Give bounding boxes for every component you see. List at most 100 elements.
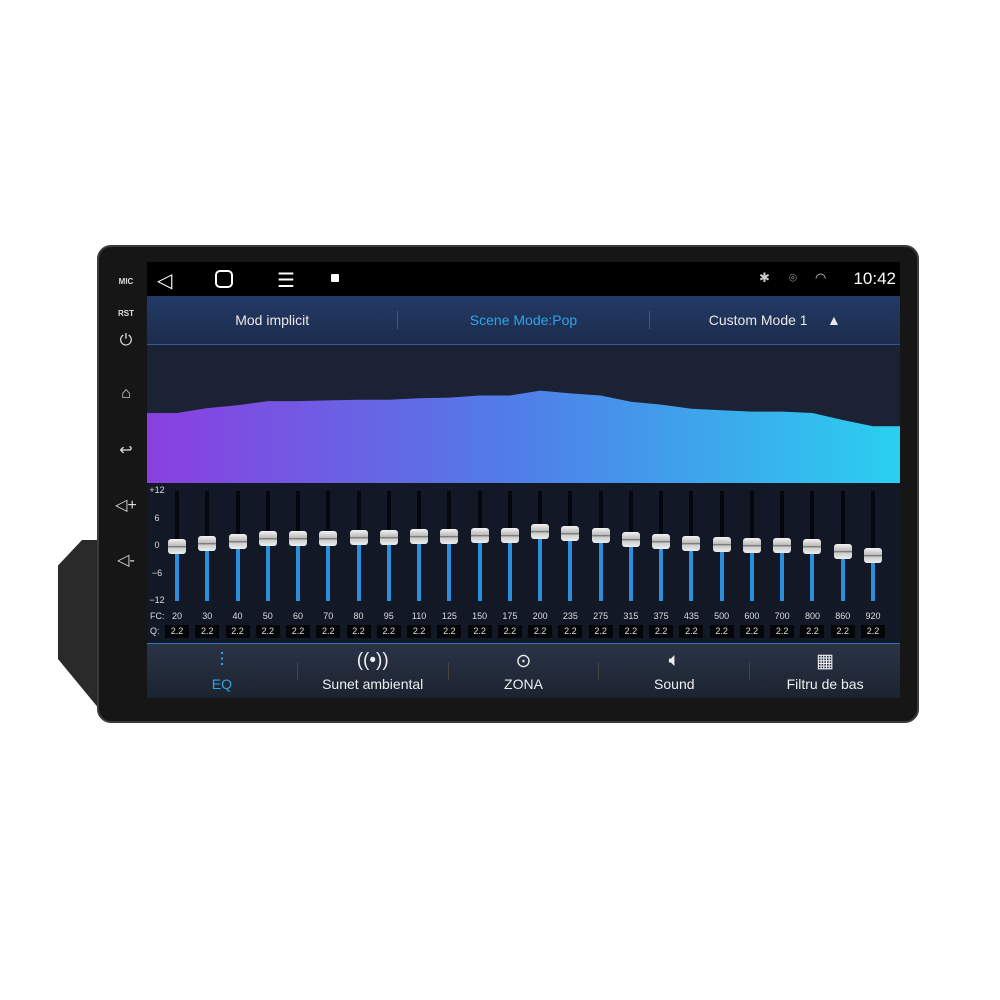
band-q[interactable]: 2.2 bbox=[225, 625, 250, 638]
eq-band-slider[interactable]: 275 2.2 bbox=[587, 483, 615, 643]
band-q[interactable]: 2.2 bbox=[286, 625, 311, 638]
slider-fill bbox=[356, 537, 361, 601]
slider-knob[interactable] bbox=[440, 528, 459, 544]
power-icon[interactable]: ⏻ bbox=[112, 332, 140, 350]
eq-band-slider[interactable]: 20 2.2 bbox=[163, 483, 191, 643]
volume-down-icon[interactable]: ◁- bbox=[112, 550, 140, 570]
band-q[interactable]: 2.2 bbox=[497, 625, 522, 638]
back-icon[interactable]: ◁ bbox=[157, 268, 172, 293]
band-frequency: 95 bbox=[383, 611, 394, 621]
eq-band-slider[interactable]: 125 2.2 bbox=[435, 483, 463, 643]
mode-scene[interactable]: Scene Mode:Pop bbox=[398, 312, 648, 328]
eq-band-slider[interactable]: 70 2.2 bbox=[314, 483, 342, 643]
tab-eq[interactable]: ⫶ EQ bbox=[147, 650, 297, 692]
band-q[interactable]: 2.2 bbox=[649, 625, 674, 638]
eq-band-slider[interactable]: 50 2.2 bbox=[254, 483, 282, 643]
band-q[interactable]: 2.2 bbox=[739, 625, 764, 638]
speaker-icon: 🔈︎ bbox=[668, 650, 680, 671]
band-q[interactable]: 2.2 bbox=[376, 625, 401, 638]
slider-knob[interactable] bbox=[379, 530, 398, 546]
band-q[interactable]: 2.2 bbox=[407, 625, 432, 638]
slider-knob[interactable] bbox=[319, 530, 338, 546]
slider-knob[interactable] bbox=[258, 531, 277, 547]
band-q[interactable]: 2.2 bbox=[165, 625, 189, 638]
caret-up-icon[interactable]: ▲ bbox=[827, 312, 841, 328]
slider-knob[interactable] bbox=[682, 536, 701, 552]
slider-fill bbox=[265, 538, 270, 601]
slider-knob[interactable] bbox=[168, 539, 186, 554]
band-q[interactable]: 2.2 bbox=[558, 625, 583, 638]
band-q[interactable]: 2.2 bbox=[618, 625, 643, 638]
eq-band-slider[interactable]: 95 2.2 bbox=[375, 483, 403, 643]
band-q[interactable]: 2.2 bbox=[316, 625, 341, 638]
slider-knob[interactable] bbox=[652, 533, 671, 549]
slider-fill bbox=[568, 533, 573, 601]
mode-default[interactable]: Mod implicit bbox=[147, 312, 397, 328]
band-q[interactable]: 2.2 bbox=[437, 625, 462, 638]
slider-knob[interactable] bbox=[712, 537, 731, 553]
band-frequency: 600 bbox=[744, 611, 760, 621]
home-icon[interactable] bbox=[215, 270, 233, 288]
band-q[interactable]: 2.2 bbox=[830, 625, 855, 638]
eq-band-slider[interactable]: 40 2.2 bbox=[224, 483, 252, 643]
gallery-icon[interactable] bbox=[331, 274, 339, 282]
eq-band-slider[interactable]: 200 2.2 bbox=[526, 483, 554, 643]
band-q[interactable]: 2.2 bbox=[770, 625, 795, 638]
slider-knob[interactable] bbox=[803, 539, 822, 554]
volume-up-icon[interactable]: ◁+ bbox=[112, 495, 140, 515]
slider-knob[interactable] bbox=[349, 530, 368, 546]
tab-filtru-de-bas[interactable]: ▦ Filtru de bas bbox=[750, 650, 900, 692]
band-q[interactable]: 2.2 bbox=[255, 625, 280, 638]
rst-button[interactable]: RST bbox=[112, 309, 140, 318]
eq-band-slider[interactable]: 860 2.2 bbox=[829, 483, 857, 643]
home-hw-icon[interactable]: ⌂ bbox=[112, 385, 140, 403]
slider-knob[interactable] bbox=[773, 538, 792, 554]
slider-knob[interactable] bbox=[863, 547, 882, 563]
eq-band-slider[interactable]: 435 2.2 bbox=[677, 483, 705, 643]
eq-band-slider[interactable]: 60 2.2 bbox=[284, 483, 312, 643]
back-hw-icon[interactable]: ↩ bbox=[112, 440, 140, 460]
slider-knob[interactable] bbox=[742, 538, 761, 554]
slider-knob[interactable] bbox=[531, 524, 550, 540]
slider-knob[interactable] bbox=[198, 535, 217, 551]
eq-band-slider[interactable]: 315 2.2 bbox=[617, 483, 645, 643]
eq-band-slider[interactable]: 110 2.2 bbox=[405, 483, 433, 643]
eq-band-slider[interactable]: 800 2.2 bbox=[798, 483, 826, 643]
tab-sunet-ambiental[interactable]: ((•)) Sunet ambiental bbox=[298, 650, 448, 692]
slider-knob[interactable] bbox=[289, 531, 308, 547]
menu-icon[interactable]: ☰ bbox=[277, 268, 295, 293]
band-q[interactable]: 2.2 bbox=[679, 625, 704, 638]
slider-knob[interactable] bbox=[410, 529, 429, 545]
eq-band-slider[interactable]: 700 2.2 bbox=[768, 483, 796, 643]
band-q[interactable]: 2.2 bbox=[800, 625, 825, 638]
band-q[interactable]: 2.2 bbox=[467, 625, 492, 638]
band-q[interactable]: 2.2 bbox=[195, 625, 220, 638]
band-q[interactable]: 2.2 bbox=[709, 625, 734, 638]
eq-band-slider[interactable]: 175 2.2 bbox=[496, 483, 524, 643]
band-q[interactable]: 2.2 bbox=[860, 625, 885, 638]
slider-knob[interactable] bbox=[833, 543, 852, 559]
screen: ◁ ☰ ✱ ⌾ ◠ 10:42 Mod implicit Scene Mode:… bbox=[147, 262, 900, 698]
slider-knob[interactable] bbox=[500, 527, 519, 543]
eq-band-slider[interactable]: 150 2.2 bbox=[466, 483, 494, 643]
eq-curve bbox=[147, 345, 900, 483]
band-frequency: 315 bbox=[623, 611, 639, 621]
slider-knob[interactable] bbox=[561, 526, 580, 542]
slider-knob[interactable] bbox=[470, 527, 489, 543]
eq-band-slider[interactable]: 375 2.2 bbox=[647, 483, 675, 643]
mode-custom[interactable]: Custom Mode 1 ▲ bbox=[650, 312, 900, 328]
tab-zona[interactable]: ⊙ ZONA bbox=[449, 650, 599, 692]
eq-band-slider[interactable]: 30 2.2 bbox=[193, 483, 221, 643]
eq-band-slider[interactable]: 500 2.2 bbox=[708, 483, 736, 643]
slider-knob[interactable] bbox=[228, 533, 247, 549]
band-q[interactable]: 2.2 bbox=[528, 625, 553, 638]
eq-band-slider[interactable]: 235 2.2 bbox=[556, 483, 584, 643]
band-q[interactable]: 2.2 bbox=[346, 625, 371, 638]
tab-sound[interactable]: 🔈︎ Sound bbox=[599, 650, 749, 692]
slider-knob[interactable] bbox=[621, 531, 640, 547]
slider-knob[interactable] bbox=[591, 527, 610, 543]
eq-band-slider[interactable]: 600 2.2 bbox=[738, 483, 766, 643]
band-q[interactable]: 2.2 bbox=[588, 625, 613, 638]
eq-band-slider[interactable]: 920 2.2 bbox=[859, 483, 887, 643]
eq-band-slider[interactable]: 80 2.2 bbox=[345, 483, 373, 643]
